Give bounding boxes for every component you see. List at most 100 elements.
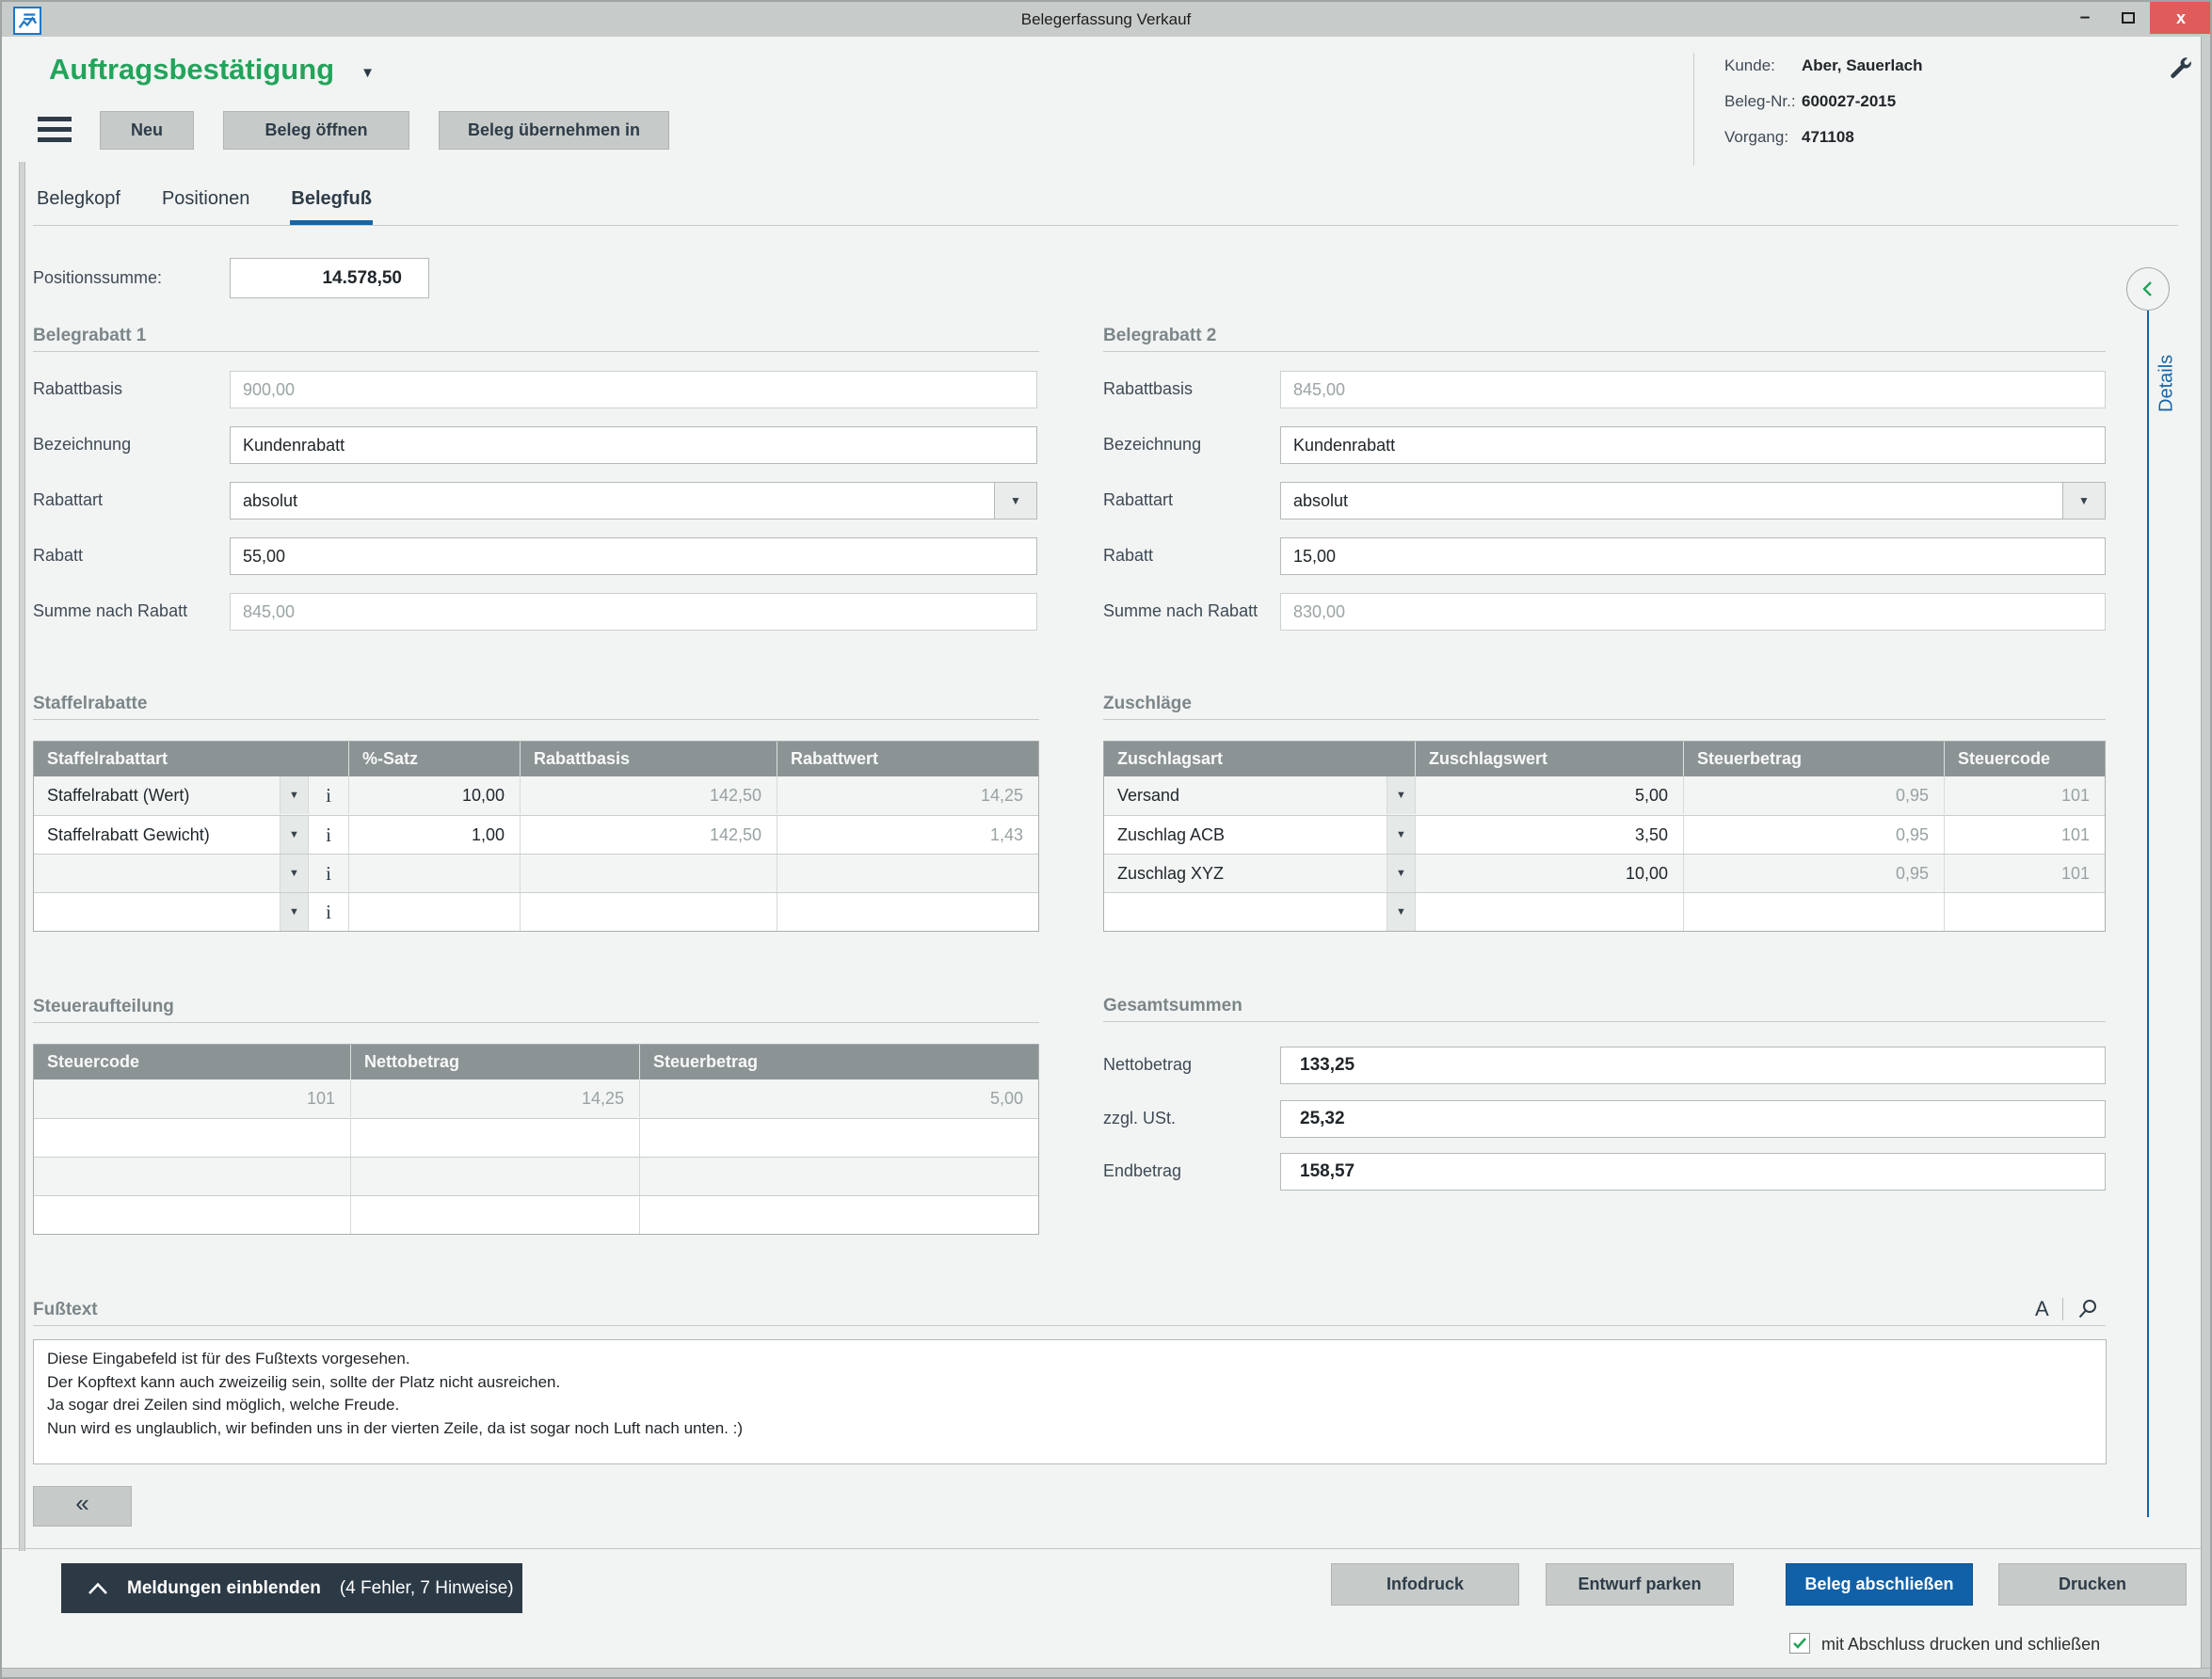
search-icon[interactable]	[2076, 1298, 2099, 1320]
rabatt1-field[interactable]	[230, 537, 1037, 575]
abschluss-checkbox[interactable]	[1789, 1633, 1810, 1654]
staffelrabattart-cell[interactable]: Staffelrabatt (Wert)	[34, 776, 280, 814]
wert-cell: 14,25	[777, 776, 1038, 814]
info-icon[interactable]: i	[308, 816, 348, 854]
table-row	[34, 1118, 1038, 1157]
table-row	[34, 1195, 1038, 1234]
basis-cell	[520, 855, 777, 892]
zuschlagswert-cell[interactable]: 5,00	[1415, 776, 1683, 814]
steuerbetrag-cell: 0,95	[1683, 816, 1944, 854]
document-type-selector[interactable]: Auftragsbestätigung ▼	[49, 53, 375, 87]
bezeichnung2-field[interactable]	[1280, 426, 2106, 464]
chevron-down-icon[interactable]: ▼	[1387, 776, 1415, 814]
chevron-down-icon[interactable]: ▼	[2062, 483, 2105, 519]
zuschlaege-title: Zuschläge	[1103, 694, 1192, 714]
table-row: Zuschlag ACB ▼ 3,50 0,95 101	[1104, 815, 2105, 854]
wrench-icon[interactable]	[2167, 55, 2193, 81]
rabattbasis1-field	[230, 371, 1037, 408]
nettobetrag-cell	[350, 1158, 639, 1195]
font-icon[interactable]: A	[2035, 1297, 2049, 1321]
info-icon[interactable]: i	[308, 855, 348, 892]
tab-bar: Belegkopf Positionen Belegfuß	[36, 186, 373, 226]
info-icon[interactable]: i	[308, 776, 348, 814]
beleg-oeffnen-button[interactable]: Beleg öffnen	[223, 111, 409, 150]
neu-button[interactable]: Neu	[100, 111, 194, 150]
info-divider	[1693, 53, 1694, 166]
table-row: Staffelrabatt (Wert) ▼ i 10,00 142,50 14…	[34, 776, 1038, 815]
table-header: Staffelrabattart %-Satz Rabattbasis Raba…	[34, 742, 1038, 776]
page-title: Auftragsbestätigung	[49, 53, 334, 87]
steuerbetrag-cell: 5,00	[639, 1079, 1038, 1117]
menu-icon[interactable]	[38, 117, 72, 142]
chevron-down-icon[interactable]: ▼	[280, 893, 308, 931]
satz-cell[interactable]: 10,00	[348, 776, 520, 814]
minimize-button[interactable]: –	[2063, 2, 2107, 34]
endbetrag-field[interactable]	[1280, 1153, 2106, 1191]
chevron-down-icon[interactable]: ▼	[994, 483, 1036, 519]
entwurf-parken-button[interactable]: Entwurf parken	[1546, 1563, 1734, 1606]
chevron-down-icon[interactable]: ▼	[1387, 816, 1415, 854]
positionssumme-field[interactable]	[230, 258, 429, 298]
zuschlagswert-cell[interactable]: 10,00	[1415, 855, 1683, 892]
kunde-label: Kunde:	[1724, 56, 1775, 75]
steuercode-cell	[1944, 893, 2105, 931]
rabattart2-select[interactable]: absolut ▼	[1280, 482, 2106, 520]
bezeichnung1-field[interactable]	[230, 426, 1037, 464]
chevron-down-icon[interactable]: ▼	[1387, 855, 1415, 892]
chevron-down-icon[interactable]: ▼	[280, 816, 308, 854]
zuschlagsart-cell[interactable]	[1104, 893, 1387, 931]
title-bar: Belegerfassung Verkauf	[2, 2, 2210, 37]
left-splitter[interactable]	[19, 162, 25, 1551]
drucken-button[interactable]: Drucken	[1998, 1563, 2187, 1606]
chevron-down-icon[interactable]: ▼	[280, 855, 308, 892]
table-header: Steuercode Nettobetrag Steuerbetrag	[34, 1045, 1038, 1079]
details-collapse-button[interactable]	[2126, 267, 2170, 311]
zuschlagswert-cell[interactable]: 3,50	[1415, 816, 1683, 854]
endbetrag-label: Endbetrag	[1103, 1161, 1181, 1181]
beleg-uebernehmen-button[interactable]: Beleg übernehmen in	[439, 111, 669, 150]
basis-cell: 142,50	[520, 816, 777, 854]
nettobetrag-cell	[350, 1196, 639, 1234]
table-header: Zuschlagsart Zuschlagswert Steuerbetrag …	[1104, 742, 2105, 776]
info-icon[interactable]: i	[308, 893, 348, 931]
staffelrabattart-cell[interactable]	[34, 855, 280, 892]
infodruck-button[interactable]: Infodruck	[1331, 1563, 1519, 1606]
tab-belegkopf[interactable]: Belegkopf	[36, 186, 121, 226]
satz-cell[interactable]: 1,00	[348, 816, 520, 854]
chevron-down-icon[interactable]: ▼	[1387, 893, 1415, 931]
staffelrabatte-table: Staffelrabattart %-Satz Rabattbasis Raba…	[33, 741, 1039, 932]
close-button[interactable]: x	[2150, 2, 2212, 34]
ust-field[interactable]	[1280, 1100, 2106, 1138]
zuschlagsart-cell[interactable]: Versand	[1104, 776, 1387, 814]
satz-cell[interactable]	[348, 893, 520, 931]
chevron-down-icon[interactable]: ▼	[280, 776, 308, 814]
collapse-footer-button[interactable]: «	[33, 1486, 132, 1527]
rabatt2-field[interactable]	[1280, 537, 2106, 575]
steuercode-cell: 101	[1944, 855, 2105, 892]
summe1-field	[230, 593, 1037, 631]
abschluss-checkbox-label[interactable]: mit Abschluss drucken und schließen	[1821, 1635, 2100, 1655]
beleg-abschliessen-button[interactable]: Beleg abschließen	[1786, 1563, 1973, 1606]
chevron-down-icon[interactable]: ▼	[361, 59, 375, 81]
meldungen-button[interactable]: Meldungen einblenden (4 Fehler, 7 Hinwei…	[61, 1563, 522, 1613]
table-row: 101 14,25 5,00	[34, 1079, 1038, 1118]
fusstext-textarea[interactable]: Diese Eingabefeld ist für des Fußtexts v…	[33, 1339, 2107, 1464]
window-frame-right	[2201, 37, 2212, 1679]
steuerbetrag-cell	[639, 1119, 1038, 1157]
document-chart-icon	[16, 9, 39, 32]
tab-positionen[interactable]: Positionen	[161, 186, 250, 226]
steuercode-cell: 101	[1944, 776, 2105, 814]
details-tab[interactable]: Details	[2151, 331, 2183, 435]
maximize-button[interactable]	[2107, 2, 2150, 34]
staffelrabattart-cell[interactable]: Staffelrabatt Gewicht)	[34, 816, 280, 854]
zuschlagsart-cell[interactable]: Zuschlag XYZ	[1104, 855, 1387, 892]
satz-cell[interactable]	[348, 855, 520, 892]
zuschlagsart-cell[interactable]: Zuschlag ACB	[1104, 816, 1387, 854]
tab-belegfuss[interactable]: Belegfuß	[290, 186, 373, 226]
steueraufteilung-table: Steuercode Nettobetrag Steuerbetrag 101 …	[33, 1044, 1039, 1235]
rabatt1-label: Rabatt	[33, 546, 83, 566]
rabattart1-select[interactable]: absolut ▼	[230, 482, 1037, 520]
nettobetrag-field[interactable]	[1280, 1047, 2106, 1084]
staffelrabattart-cell[interactable]	[34, 893, 280, 931]
zuschlagswert-cell[interactable]	[1415, 893, 1683, 931]
